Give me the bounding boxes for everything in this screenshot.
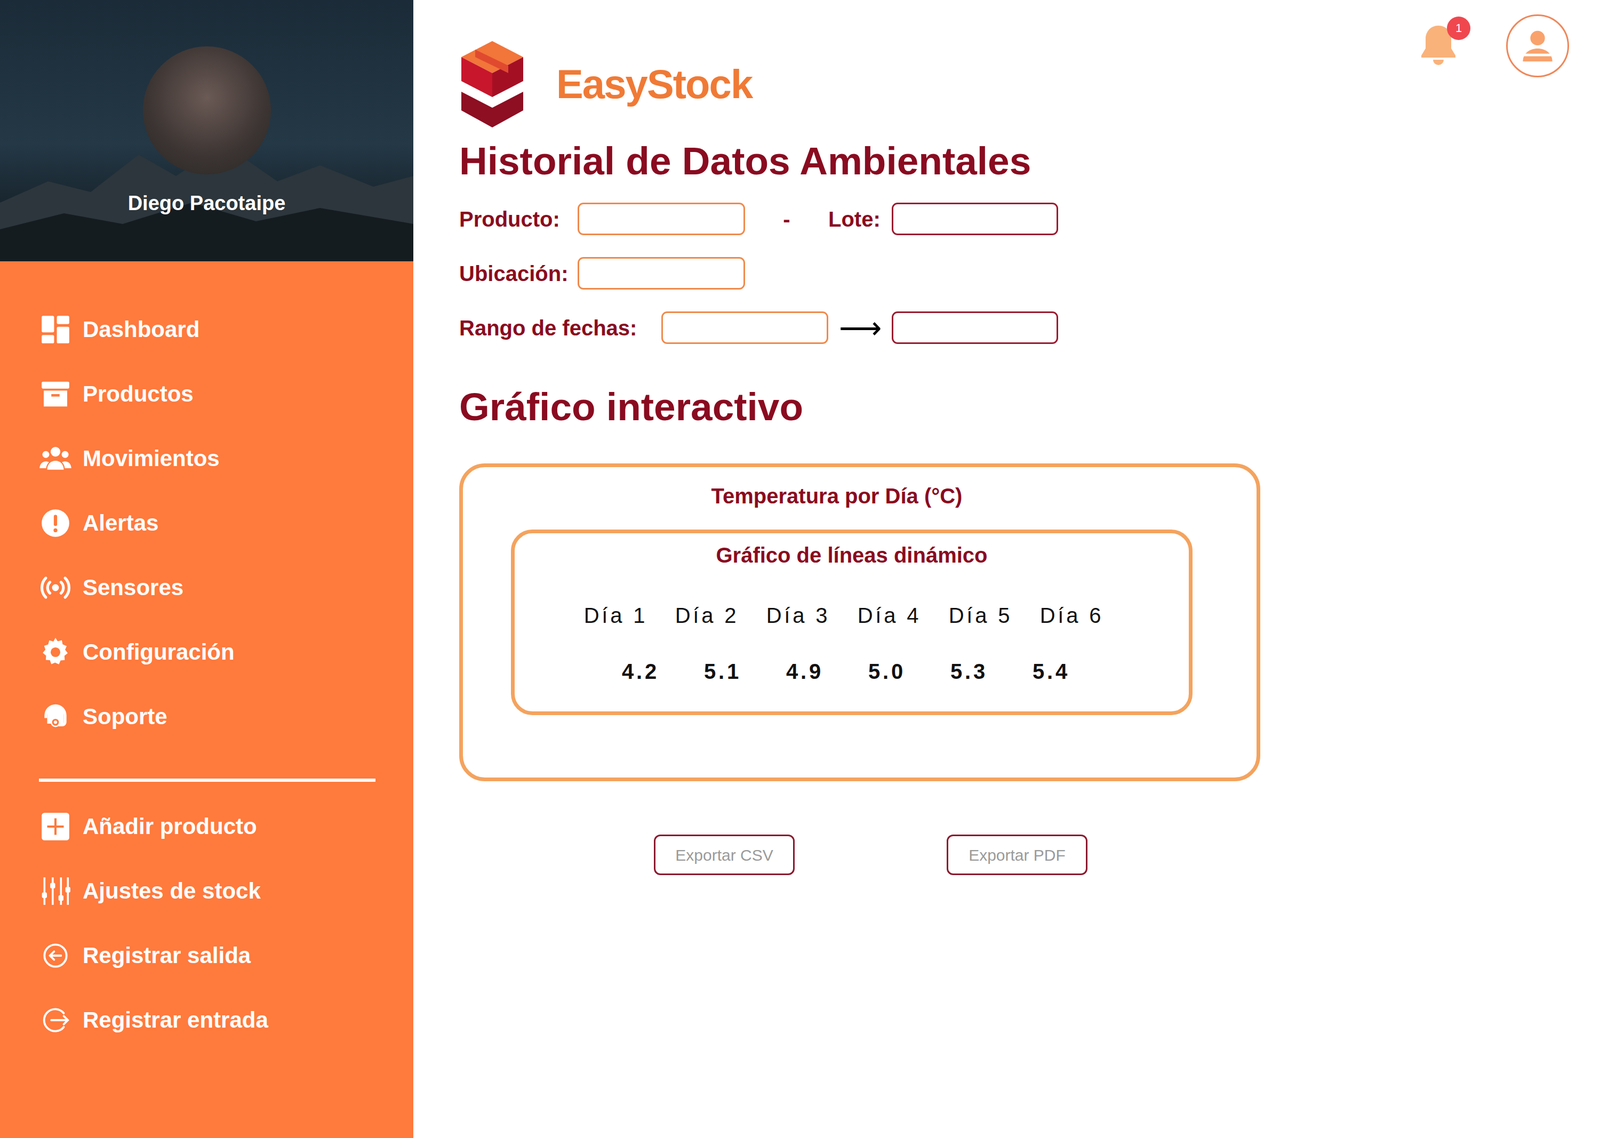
- users-icon: [38, 442, 72, 476]
- sidebar-item[interactable]: Ajustes de stock: [0, 858, 414, 924]
- chart-value: 5.1: [681, 658, 764, 685]
- chart-days: Día 1Día 2Día 3Día 4Día 5Día 6: [514, 602, 1189, 629]
- sidebar-item[interactable]: Alertas: [0, 490, 414, 556]
- sidebar-item-label: Soporte: [82, 702, 168, 731]
- logo-icon: [459, 41, 526, 128]
- box-icon: [38, 377, 72, 411]
- profile-header: Diego Pacotaipe: [0, 0, 414, 262]
- lot-input[interactable]: [891, 202, 1059, 236]
- brand-name: EasyStock: [556, 60, 752, 109]
- chart-title: Temperatura por Día (°C): [510, 483, 1163, 509]
- sidebar-item-label: Sensores: [82, 573, 184, 602]
- chart-card: Temperatura por Día (°C) Gráfico de líne…: [459, 463, 1261, 782]
- separator: -: [745, 203, 829, 236]
- location-input[interactable]: [577, 257, 746, 290]
- sidebar-item-label: Registrar entrada: [82, 1006, 269, 1035]
- sidebar-item[interactable]: Dashboard: [0, 297, 414, 362]
- sidebar-item[interactable]: Sensores: [0, 555, 414, 620]
- brand[interactable]: EasyStock: [459, 41, 752, 128]
- main-content: EasyStock 1 Hi: [413, 0, 1600, 1138]
- chart-day-label: Día 5: [934, 602, 1027, 629]
- date-range-label: Rango de fechas:: [459, 312, 662, 344]
- sidebar-nav: Dashboard Productos Movimientos Alertas Sens…: [0, 261, 414, 749]
- logout-icon: [38, 939, 72, 973]
- sidebar-item[interactable]: Añadir producto: [0, 794, 414, 859]
- user-icon: [1516, 25, 1559, 67]
- sidebar-item[interactable]: Soporte: [0, 684, 414, 749]
- export-buttons: Exportar CSV Exportar PDF: [459, 834, 1570, 876]
- chart-day-label: Día 1: [570, 602, 662, 629]
- chart-day-label: Día 2: [661, 602, 753, 629]
- export-button[interactable]: Exportar CSV: [653, 834, 795, 876]
- profile-button[interactable]: [1506, 14, 1570, 78]
- alert-icon: [38, 506, 72, 540]
- dashboard-icon: [38, 313, 72, 347]
- chart-values: 4.25.14.95.05.35.4: [514, 658, 1189, 685]
- product-label: Producto:: [459, 203, 578, 236]
- chart-value: 5.0: [845, 658, 928, 685]
- login-icon: [38, 1003, 72, 1037]
- lot-label: Lote:: [828, 203, 892, 236]
- chart-value: 5.3: [928, 658, 1011, 685]
- sidebar-item[interactable]: Configuración: [0, 619, 414, 685]
- sensor-icon: [38, 571, 72, 605]
- user-name: Diego Pacotaipe: [128, 190, 286, 216]
- sidebar-item[interactable]: Productos: [0, 361, 414, 427]
- chart-day-label: Día 4: [843, 602, 935, 629]
- support-icon: [38, 700, 72, 734]
- gear-icon: [38, 635, 72, 669]
- sidebar-item-label: Registrar salida: [82, 941, 251, 970]
- chart-heading: Gráfico interactivo: [459, 384, 1570, 430]
- notification-badge: 1: [1446, 16, 1471, 40]
- sidebar-item-label: Alertas: [82, 509, 159, 538]
- location-label: Ubicación:: [459, 257, 578, 290]
- plus-icon: [38, 810, 72, 844]
- sidebar-item-label: Dashboard: [82, 315, 200, 344]
- sidebar-item-label: Productos: [82, 380, 194, 408]
- chart-area[interactable]: Gráfico de líneas dinámico Día 1Día 2Día…: [510, 529, 1193, 716]
- sidebar-divider: [38, 778, 376, 782]
- notifications-button[interactable]: 1: [1412, 14, 1464, 78]
- product-input[interactable]: [577, 202, 746, 236]
- date-arrow: ⟶: [828, 313, 892, 343]
- sidebar-item[interactable]: Movimientos: [0, 426, 414, 491]
- sidebar-item[interactable]: Registrar entrada: [0, 987, 414, 1053]
- chart-value: 4.9: [763, 658, 846, 685]
- sidebar-item-label: Configuración: [82, 638, 235, 667]
- sidebar-actions: Añadir producto Ajustes de stock Registrar…: [0, 794, 414, 1053]
- chart-day-label: Día 6: [1026, 602, 1118, 629]
- chart-value: 4.2: [599, 658, 682, 685]
- date-from-input[interactable]: [661, 311, 829, 344]
- sidebar-item-label: Ajustes de stock: [82, 877, 261, 906]
- sidebar-item-label: Añadir producto: [82, 812, 258, 841]
- sidebar: Diego Pacotaipe Dashboard Productos Movimi…: [0, 0, 414, 1138]
- filters: Producto: - Lote: Ubicación: Rango de fe…: [459, 202, 1570, 344]
- date-to-input[interactable]: [891, 311, 1059, 344]
- export-button[interactable]: Exportar PDF: [946, 834, 1088, 876]
- chart-day-label: Día 3: [752, 602, 844, 629]
- sliders-icon: [38, 874, 72, 908]
- user-avatar-photo[interactable]: [142, 46, 271, 175]
- sidebar-item[interactable]: Registrar salida: [0, 923, 414, 988]
- sidebar-item-label: Movimientos: [82, 444, 220, 473]
- page-title: Historial de Datos Ambientales: [459, 138, 1570, 184]
- chart-value: 5.4: [1010, 658, 1093, 685]
- chart-subtitle: Gráfico de líneas dinámico: [514, 542, 1189, 568]
